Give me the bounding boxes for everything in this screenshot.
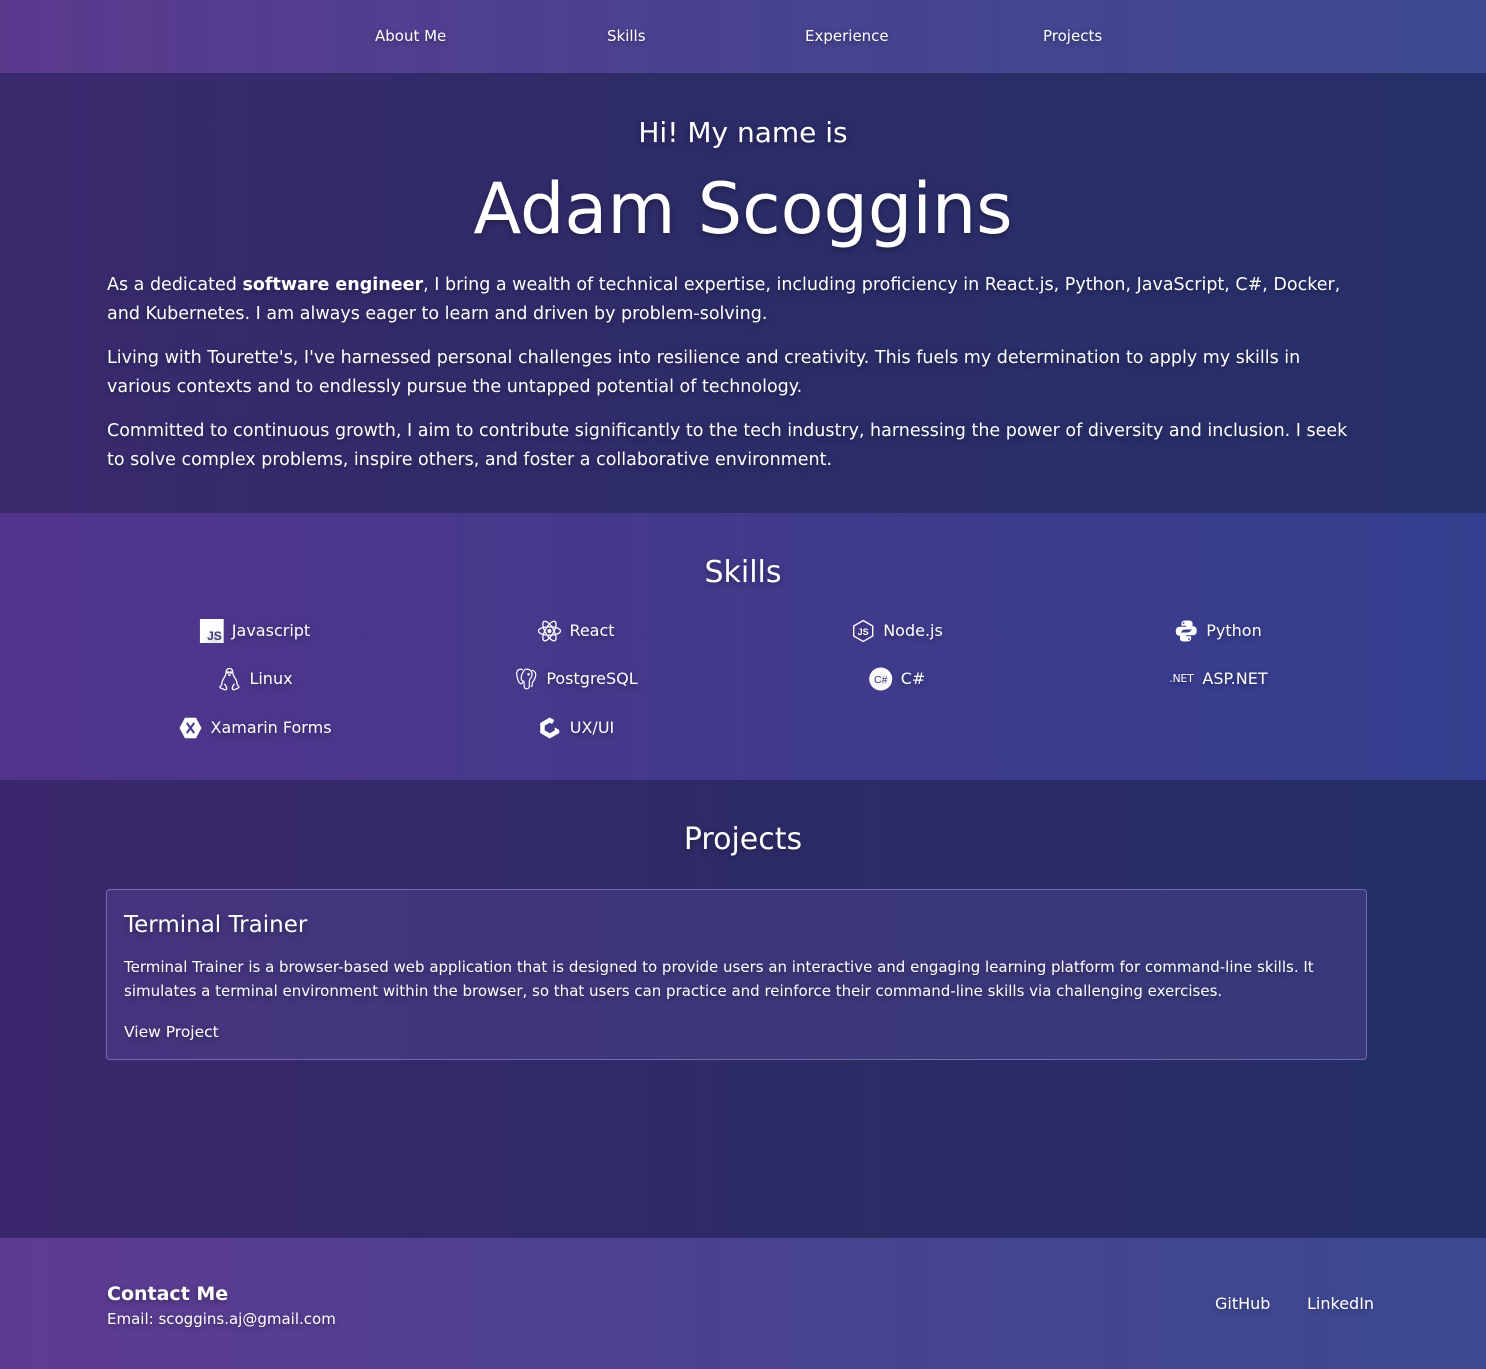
projects-title: Projects — [683, 822, 803, 857]
linux-icon — [217, 667, 241, 691]
hero-greeting: Hi! My name is — [638, 116, 848, 149]
skill-label: PostgreSQL — [546, 669, 638, 688]
hero-name: Adam Scoggins — [473, 168, 1013, 250]
nav-experience[interactable]: Experience — [805, 26, 889, 46]
view-project-link[interactable]: View Project — [124, 1021, 219, 1043]
nav-skills[interactable]: Skills — [607, 26, 646, 46]
skill-label: Javascript — [231, 621, 311, 640]
csharp-icon: C# — [869, 667, 893, 691]
skills-title: Skills — [704, 555, 782, 590]
svg-text:C#: C# — [874, 674, 888, 686]
project-title: Terminal Trainer — [124, 912, 308, 938]
about-paragraph-1-highlight: software engineer — [242, 275, 424, 295]
skill-label: Python — [1206, 621, 1262, 640]
svg-text:JS: JS — [207, 629, 222, 643]
top-nav: About Me Skills Experience Projects — [0, 0, 1486, 73]
project-description: Terminal Trainer is a browser-based web … — [124, 958, 1314, 1000]
uxui-icon — [538, 716, 562, 740]
skills-section: Skills JS Javascript React JS Node.js Py… — [0, 513, 1486, 780]
contact-email: Email: scoggins.aj@gmail.com — [107, 1310, 336, 1328]
python-icon — [1174, 619, 1198, 643]
skill-item-aspnet: .NET ASP.NET — [1168, 667, 1267, 691]
skill-label: UX/UI — [569, 718, 615, 737]
dotnet-icon: .NET — [1168, 667, 1194, 691]
javascript-icon: JS — [199, 619, 224, 643]
skill-item-csharp: C# C# — [869, 667, 926, 691]
skill-item-postgresql: PostgreSQL — [514, 667, 638, 691]
about-paragraph-1-before: As a dedicated — [107, 275, 243, 295]
linkedin-link[interactable]: LinkedIn — [1307, 1293, 1374, 1315]
xamarin-icon — [178, 716, 202, 740]
about-paragraph-1: As a dedicated software engineer, I brin… — [107, 271, 1369, 329]
contact-heading: Contact Me — [107, 1283, 229, 1305]
nav-about-me[interactable]: About Me — [375, 26, 446, 46]
footer: Contact Me Email: scoggins.aj@gmail.com … — [0, 1238, 1486, 1369]
skill-label: Node.js — [883, 621, 943, 640]
skill-label: ASP.NET — [1202, 669, 1268, 688]
about-paragraph-3: Committed to continuous growth, I aim to… — [107, 421, 1348, 470]
postgresql-icon — [514, 667, 538, 691]
nodejs-icon: JS — [851, 619, 875, 643]
skill-label: Xamarin Forms — [210, 718, 332, 737]
skill-item-python: Python — [1174, 619, 1262, 643]
skill-item-xamarin-forms: Xamarin Forms — [178, 716, 332, 740]
react-icon — [537, 619, 562, 643]
nav-projects[interactable]: Projects — [1043, 26, 1102, 46]
github-link[interactable]: GitHub — [1215, 1293, 1270, 1315]
dotnet-icon-text: .NET — [1169, 672, 1194, 685]
skill-label: C# — [900, 669, 926, 688]
projects-section: Projects Terminal Trainer Terminal Train… — [0, 780, 1486, 1238]
about-paragraphs: As a dedicated software engineer, I brin… — [107, 271, 1369, 490]
skill-item-ux-ui: UX/UI — [538, 716, 615, 740]
about-section: Hi! My name is Adam Scoggins As a dedica… — [0, 73, 1486, 513]
project-card: Terminal Trainer Terminal Trainer is a b… — [106, 889, 1367, 1060]
skill-item-linux: Linux — [217, 667, 293, 691]
skill-label: Linux — [249, 669, 293, 688]
skill-item-react: React — [537, 619, 615, 643]
svg-text:JS: JS — [858, 627, 869, 637]
skill-label: React — [569, 621, 615, 640]
skill-item-nodejs: JS Node.js — [851, 619, 943, 643]
about-paragraph-2: Living with Tourette's, I've harnessed p… — [107, 348, 1301, 397]
skill-item-javascript: JS Javascript — [199, 619, 311, 643]
